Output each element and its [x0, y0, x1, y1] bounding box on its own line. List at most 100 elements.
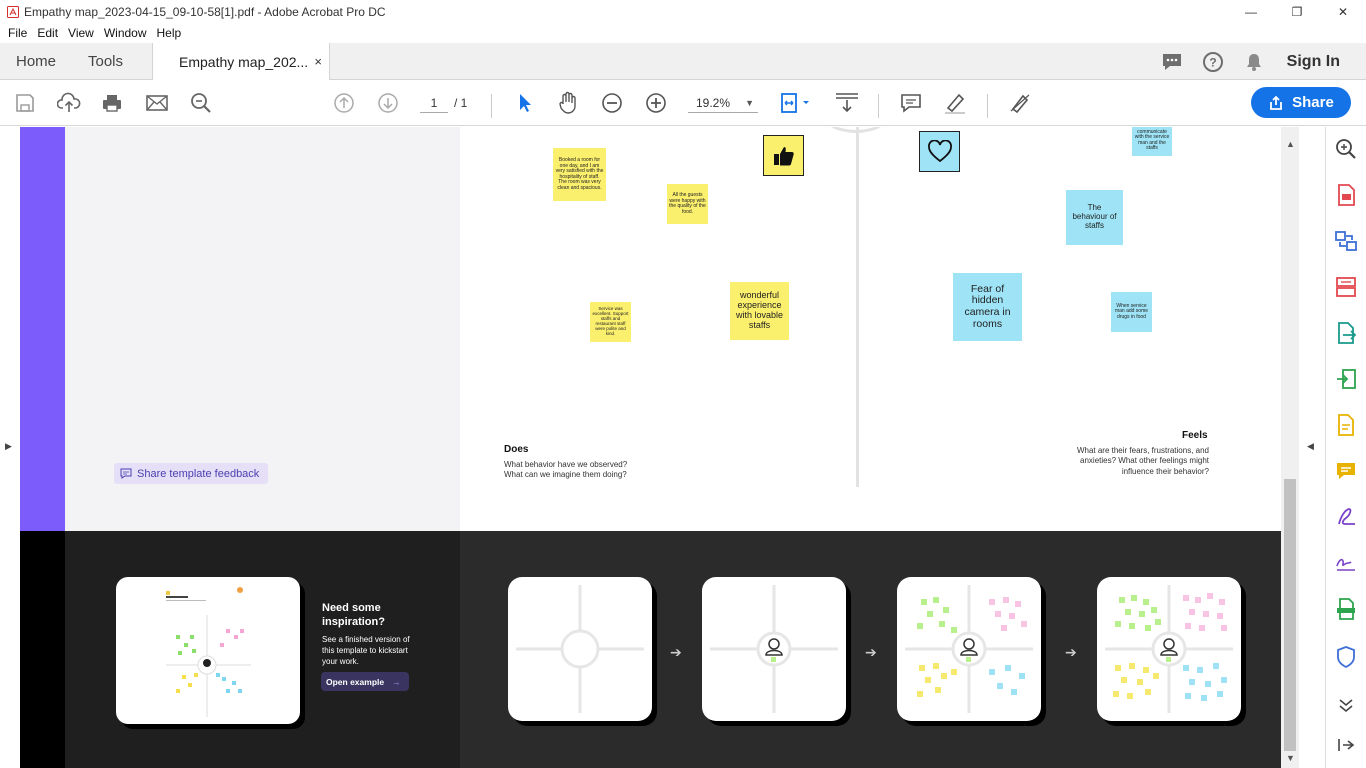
more-tools-chevron-icon[interactable] [1334, 693, 1358, 717]
page-total: / 1 [454, 96, 468, 110]
svg-text:?: ? [1210, 55, 1217, 69]
tools-pane [1325, 127, 1366, 768]
create-pdf-icon[interactable] [1334, 183, 1358, 207]
does-description: What behavior have we observed? What can… [504, 460, 628, 480]
fill-and-sign-icon[interactable] [1334, 505, 1358, 529]
menu-file[interactable]: File [8, 26, 27, 40]
collapse-right-pane-icon[interactable]: ◀ [1307, 441, 1314, 452]
collapse-pane-icon[interactable] [1334, 733, 1358, 757]
request-signature-icon[interactable] [1334, 551, 1358, 575]
expand-left-pane-icon[interactable]: ▶ [5, 441, 12, 452]
search-zoom-icon[interactable] [189, 91, 213, 115]
pdf-page: Share template feedback Booked a room fo… [20, 127, 1281, 768]
acrobat-icon [6, 5, 20, 19]
previous-page-icon[interactable] [332, 91, 356, 115]
minimize-button[interactable]: — [1228, 0, 1274, 23]
toolbar-divider [491, 94, 492, 118]
document-viewport[interactable]: ▶ Share template feedback Booked a room … [0, 127, 1325, 768]
sticky-note-blue: Fear of hidden camera in rooms [953, 273, 1022, 341]
step-card-full-notes [1097, 577, 1241, 721]
tab-document-label: Empathy map_202... [179, 54, 309, 70]
highlight-pen-icon[interactable] [943, 91, 967, 115]
thumbs-up-icon [763, 135, 804, 176]
arrow-right-icon: ➔ [1065, 644, 1077, 660]
hand-tool-icon[interactable] [556, 91, 580, 115]
comment-bubble-icon[interactable] [1152, 52, 1193, 72]
restore-button[interactable]: ❐ [1274, 0, 1320, 23]
step-card-persona [702, 577, 846, 721]
toolbar-divider [878, 94, 879, 118]
menu-bar: File Edit View Window Help [0, 23, 1366, 43]
tab-tools[interactable]: Tools [88, 43, 123, 80]
purple-band [20, 127, 65, 531]
page-fit-icon[interactable] [778, 91, 814, 115]
close-tab-button[interactable]: × [314, 54, 322, 69]
edit-pdf-icon[interactable] [1334, 367, 1358, 391]
tab-home[interactable]: Home [16, 43, 56, 80]
arrow-right-icon: → [392, 676, 401, 687]
window-title: Empathy map_2023-04-15_09-10-58[1].pdf -… [24, 4, 386, 19]
help-icon[interactable]: ? [1193, 51, 1234, 73]
scroll-up-icon[interactable]: ▲ [1286, 139, 1295, 149]
sign-in-button[interactable]: Sign In [1287, 53, 1340, 71]
scan-ocr-icon[interactable] [1334, 597, 1358, 621]
chevron-down-icon: ▼ [745, 98, 754, 108]
main-toolbar: 1 / 1 19.2% ▼ [0, 80, 1366, 126]
example-thumbnail[interactable] [116, 577, 300, 724]
menu-window[interactable]: Window [104, 26, 147, 40]
add-comment-icon[interactable] [899, 91, 923, 115]
share-button[interactable]: Share [1251, 87, 1351, 118]
scroll-down-icon[interactable]: ▼ [1286, 753, 1295, 763]
sticky-note-blue: When service man add some drugs in food [1111, 292, 1152, 332]
bell-icon[interactable] [1234, 52, 1275, 72]
menu-help[interactable]: Help [157, 26, 182, 40]
select-cursor-icon[interactable] [512, 91, 536, 115]
comment-icon[interactable] [1334, 459, 1358, 483]
menu-edit[interactable]: Edit [37, 26, 58, 40]
share-label: Share [1292, 94, 1334, 111]
zoom-level-select[interactable]: 19.2% ▼ [688, 93, 758, 113]
step-card-empty [508, 577, 652, 721]
sticky-note-blue: communicate with the service man and the… [1132, 127, 1172, 156]
empathy-map-canvas: Booked a room for one day, and I am very… [460, 127, 1281, 531]
inspiration-text: See a finished version of this template … [322, 635, 410, 666]
search-icon[interactable] [1334, 137, 1358, 161]
feels-heading: Feels [1182, 430, 1208, 441]
email-icon[interactable] [145, 91, 169, 115]
comment-file-icon[interactable] [1334, 413, 1358, 437]
right-pane-toggle-strip: ◀ [1299, 127, 1325, 768]
zoom-level-value: 19.2% [696, 96, 731, 110]
zoom-in-icon[interactable] [644, 91, 668, 115]
protect-shield-icon[interactable] [1334, 645, 1358, 669]
next-page-icon[interactable] [376, 91, 400, 115]
sticky-note-yellow: Service was excellent. Support staffs an… [590, 302, 631, 342]
share-template-feedback-button[interactable]: Share template feedback [114, 463, 268, 484]
sticky-note-yellow: wonderful experience with lovable staffs [730, 282, 789, 340]
sticky-note-blue: The behaviour of staffs [1066, 190, 1123, 245]
arrow-right-icon: ➔ [865, 644, 877, 660]
organize-pages-icon[interactable] [1334, 275, 1358, 299]
open-example-button[interactable]: Open example → [321, 672, 409, 691]
scrollbar-thumb[interactable] [1284, 479, 1296, 751]
page-number-input[interactable]: 1 [420, 93, 448, 113]
print-icon[interactable] [100, 91, 124, 115]
does-heading: Does [504, 444, 529, 455]
cloud-upload-icon[interactable] [57, 91, 81, 115]
export-pdf-icon[interactable] [1334, 321, 1358, 345]
save-icon[interactable] [13, 91, 37, 115]
feels-description: What are their fears, frustrations, and … [1076, 446, 1209, 476]
zoom-out-icon[interactable] [600, 91, 624, 115]
tab-bar: Home Tools Empathy map_202... × ? Sign I… [0, 43, 1366, 81]
tab-document[interactable]: Empathy map_202... × [152, 43, 330, 81]
fill-sign-icon[interactable] [1008, 91, 1032, 115]
combine-files-icon[interactable] [1334, 229, 1358, 253]
close-window-button[interactable]: ✕ [1320, 0, 1366, 23]
sticky-note-yellow: All the guests were happy with the quali… [667, 184, 708, 224]
sticky-note-yellow: Booked a room for one day, and I am very… [553, 148, 606, 201]
title-bar: Empathy map_2023-04-15_09-10-58[1].pdf -… [0, 0, 1366, 23]
vertical-scrollbar[interactable]: ▲ ▼ [1281, 127, 1299, 768]
menu-view[interactable]: View [68, 26, 94, 40]
arrow-right-icon: ➔ [670, 644, 682, 660]
left-pane-collapsed: ▶ [0, 127, 20, 768]
scroll-mode-icon[interactable] [834, 91, 860, 115]
